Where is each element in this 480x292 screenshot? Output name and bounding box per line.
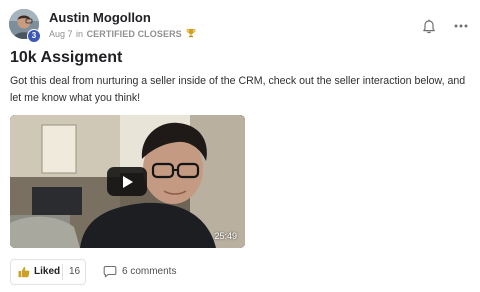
trophy-icon: [186, 28, 196, 40]
notification-bell-button[interactable]: [419, 17, 439, 37]
post-title: 10k Assigment: [10, 49, 123, 66]
like-count[interactable]: 16: [69, 266, 80, 277]
post-header: 3 Austin Mogollon Aug 7 in CERTIFIED CLO…: [9, 9, 471, 43]
like-divider: [62, 264, 63, 280]
level-badge: 3: [27, 29, 41, 43]
more-dots-icon: [454, 24, 468, 28]
meta-in-word: in: [76, 29, 84, 39]
like-control: Liked 16: [10, 259, 86, 285]
like-label: Liked: [34, 266, 61, 277]
author-name[interactable]: Austin Mogollon: [49, 10, 151, 25]
comment-icon: [103, 265, 117, 278]
play-button[interactable]: [107, 167, 147, 196]
post-meta: Aug 7 in CERTIFIED CLOSERS: [49, 28, 196, 40]
thumbs-up-icon: [18, 267, 30, 278]
post-date[interactable]: Aug 7: [49, 29, 73, 39]
video-player[interactable]: 25:49: [10, 115, 245, 248]
group-name[interactable]: CERTIFIED CLOSERS: [87, 29, 182, 39]
post-body: Got this deal from nurturing a seller in…: [10, 75, 466, 104]
video-duration: 25:49: [214, 231, 237, 241]
comments-label: 6 comments: [122, 266, 177, 277]
more-options-button[interactable]: [451, 19, 471, 33]
bell-icon: [423, 19, 435, 34]
like-button[interactable]: Liked: [11, 260, 62, 284]
play-icon: [123, 176, 133, 188]
